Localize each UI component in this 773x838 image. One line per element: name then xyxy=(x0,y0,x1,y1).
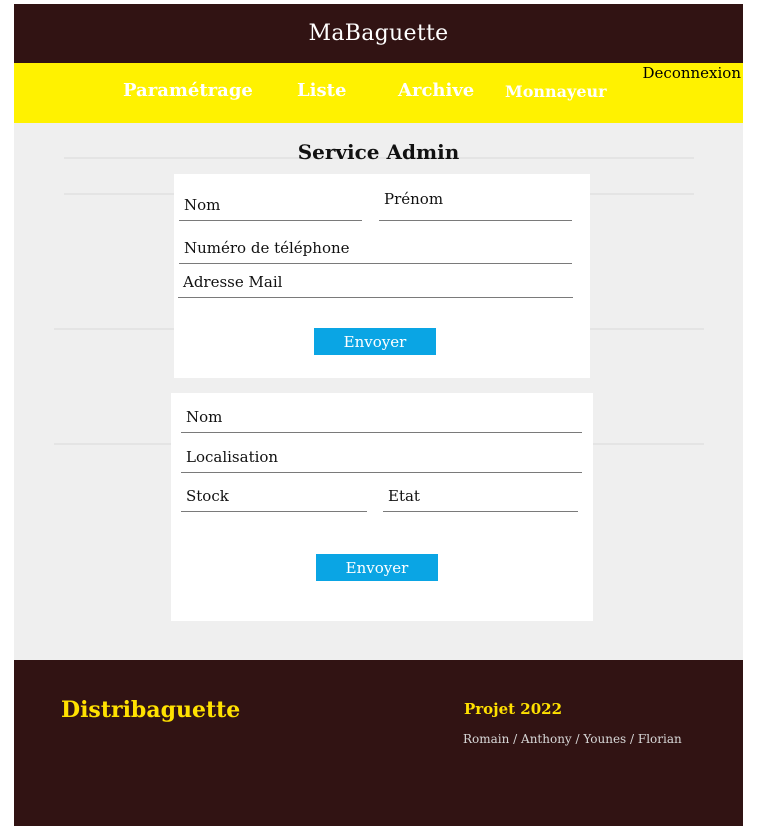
localisation-field[interactable]: Localisation xyxy=(181,443,582,473)
footer-project: Projet 2022 xyxy=(464,700,563,718)
etat-label: Etat xyxy=(388,487,420,505)
stock-label: Stock xyxy=(186,487,229,505)
stock-field[interactable]: Stock xyxy=(181,481,367,512)
footer-brand: Distribaguette xyxy=(61,697,241,723)
nom-field[interactable]: Nom xyxy=(179,186,362,221)
logout-link[interactable]: Deconnexion xyxy=(643,64,741,82)
prenom-label: Prénom xyxy=(384,190,444,208)
nav-item-archive[interactable]: Archive xyxy=(398,80,474,101)
localisation-label: Localisation xyxy=(186,448,279,466)
telephone-field[interactable]: Numéro de téléphone xyxy=(179,229,572,264)
admin-form-card: Nom Prénom Numéro de téléphone Adresse M… xyxy=(174,174,590,378)
site-footer: Distribaguette Projet 2022 Romain / Anth… xyxy=(14,660,743,826)
etat-field[interactable]: Etat xyxy=(383,481,578,512)
site-header: MaBaguette xyxy=(14,4,743,63)
machine-nom-field[interactable]: Nom xyxy=(181,401,582,433)
machine-form-card: Nom Localisation Stock Etat Envoyer xyxy=(171,393,593,621)
nav-item-liste[interactable]: Liste xyxy=(297,80,346,101)
machine-submit-button[interactable]: Envoyer xyxy=(316,554,438,581)
nom-label: Nom xyxy=(184,196,221,214)
nav-item-monnayeur[interactable]: Monnayeur xyxy=(505,82,607,101)
page-title: Service Admin xyxy=(297,140,460,164)
prenom-field[interactable]: Prénom xyxy=(379,186,572,221)
page-frame: MaBaguette Paramétrage Liste Archive Mon… xyxy=(14,4,743,826)
email-field[interactable]: Adresse Mail xyxy=(178,268,573,298)
footer-authors: Romain / Anthony / Younes / Florian xyxy=(463,732,682,746)
telephone-label: Numéro de téléphone xyxy=(184,239,350,257)
nav-item-parametrage[interactable]: Paramétrage xyxy=(123,80,253,101)
site-title: MaBaguette xyxy=(308,21,449,46)
main-content: Service Admin Nom Prénom Numéro de télép… xyxy=(14,123,743,660)
email-label: Adresse Mail xyxy=(183,273,283,291)
machine-nom-label: Nom xyxy=(186,408,223,426)
admin-submit-button[interactable]: Envoyer xyxy=(314,328,436,355)
